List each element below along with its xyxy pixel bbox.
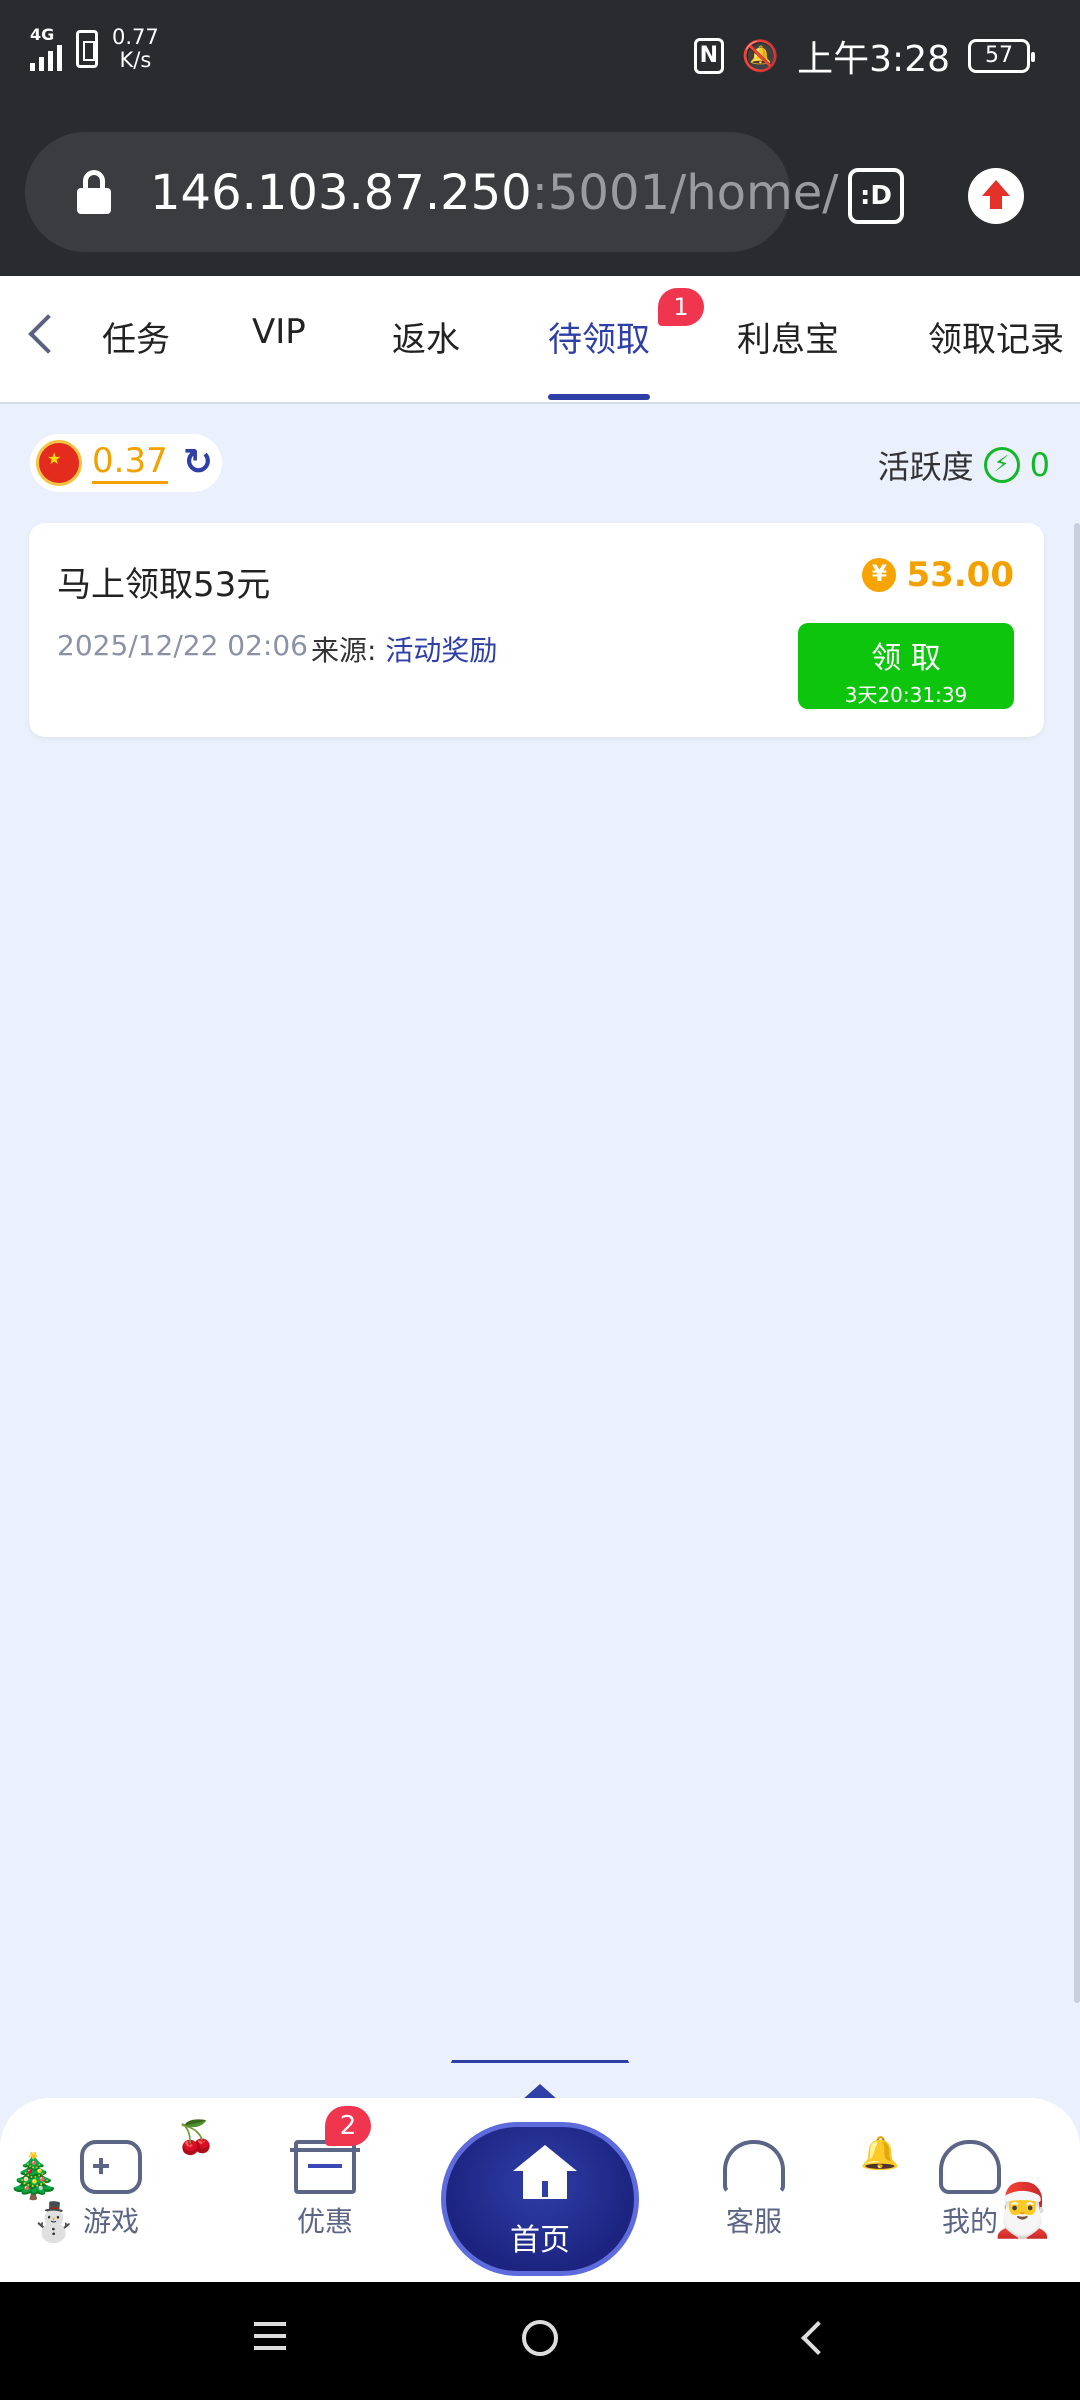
tab-navigation: 任务 VIP 返水 待领取 1 利息宝 领取记录: [0, 276, 1080, 404]
tab-records[interactable]: 领取记录: [928, 312, 1064, 361]
reward-amount: ¥ 53.00: [862, 555, 1014, 595]
battery-icon: 57: [968, 39, 1035, 73]
nav-games-label: 游戏: [82, 2205, 139, 2238]
nav-support-label: 客服: [725, 2205, 782, 2238]
system-home-icon[interactable]: [522, 2320, 558, 2356]
tab-pending[interactable]: 待领取: [548, 312, 650, 361]
browser-toolbar: 146.103.87.250:5001/home/ :D: [0, 110, 1080, 276]
balance-value: 0.37: [92, 441, 168, 484]
nav-offers-label: 优惠: [296, 2205, 353, 2238]
activity-indicator: 活跃度 ⚡ 0: [878, 442, 1050, 488]
reward-amount-value: 53.00: [906, 555, 1014, 595]
china-flag-icon: ★: [36, 440, 82, 486]
upload-icon[interactable]: [968, 168, 1024, 224]
tab-switcher-button[interactable]: :D: [848, 168, 904, 224]
holly-decoration: 🍒: [176, 2118, 216, 2156]
nav-mine-label: 我的: [941, 2205, 998, 2238]
gift-icon: [290, 2140, 360, 2194]
claim-button-label: 领 取: [871, 641, 941, 676]
refresh-icon[interactable]: ↻: [178, 443, 218, 483]
bell-decoration: 🔔: [860, 2134, 900, 2172]
bolt-icon: ⚡: [983, 447, 1020, 483]
nav-home-button[interactable]: 首页: [441, 2122, 639, 2276]
yen-coin-icon: ¥: [862, 558, 897, 592]
url-bar[interactable]: 146.103.87.250:5001/home/: [25, 132, 838, 252]
network-speed: 0.77 K/s: [112, 25, 159, 72]
tab-interest[interactable]: 利息宝: [737, 312, 839, 361]
active-tab-indicator: [548, 394, 650, 400]
system-back-icon[interactable]: [801, 2321, 835, 2355]
reward-card: 马上领取53元 ¥ 53.00 2025/12/22 02:06 来源: 活动奖…: [29, 523, 1044, 737]
headset-icon: [723, 2140, 785, 2194]
clock: 上午3:28: [797, 39, 950, 80]
nav-offers[interactable]: 优惠: [265, 2140, 385, 2240]
back-chevron-icon[interactable]: [28, 314, 68, 354]
network-type: 4G: [30, 25, 55, 44]
nav-mine[interactable]: 我的: [910, 2140, 1030, 2240]
home-icon: [513, 2145, 577, 2201]
signal-indicator: 4G: [30, 27, 62, 71]
system-navigation-bar: [0, 2282, 1080, 2400]
lock-icon: [77, 170, 111, 214]
activity-label: 活跃度: [877, 448, 974, 486]
reward-source: 来源: 活动奖励: [311, 634, 498, 667]
gamepad-icon: [80, 2140, 142, 2194]
recent-apps-icon[interactable]: [254, 2322, 286, 2350]
activity-value: 0: [1029, 446, 1050, 484]
nav-support[interactable]: 客服: [694, 2140, 814, 2240]
tab-pending-badge: 1: [658, 288, 704, 326]
reward-title: 马上领取53元: [57, 565, 271, 605]
nav-home-label: 首页: [510, 2223, 570, 2258]
reward-source-link[interactable]: 活动奖励: [385, 634, 497, 667]
mute-bell-icon: 🔕: [741, 38, 780, 74]
tab-vip[interactable]: VIP: [252, 312, 306, 352]
nav-offers-badge: 2: [325, 2106, 371, 2146]
tab-rebate[interactable]: 返水: [392, 312, 460, 361]
page-scrollbar[interactable]: [1074, 523, 1080, 2003]
claim-countdown: 3天20:31:39: [844, 683, 968, 707]
claim-button[interactable]: 领 取 3天20:31:39: [798, 623, 1014, 709]
url-text[interactable]: 146.103.87.250:5001/home/: [150, 165, 838, 221]
reward-date: 2025/12/22 02:06: [57, 629, 308, 662]
sim-card-icon: [76, 30, 98, 68]
user-icon: [939, 2140, 1001, 2194]
nfc-icon: N: [693, 38, 724, 74]
tab-task[interactable]: 任务: [100, 312, 170, 361]
status-bar: 4G 0.77 K/s N 🔕 上午3:28 57: [0, 0, 1080, 110]
balance-pill: ★ 0.37 ↻: [30, 434, 222, 492]
signal-bars-icon: [30, 43, 62, 71]
nav-games[interactable]: 游戏: [51, 2140, 171, 2240]
